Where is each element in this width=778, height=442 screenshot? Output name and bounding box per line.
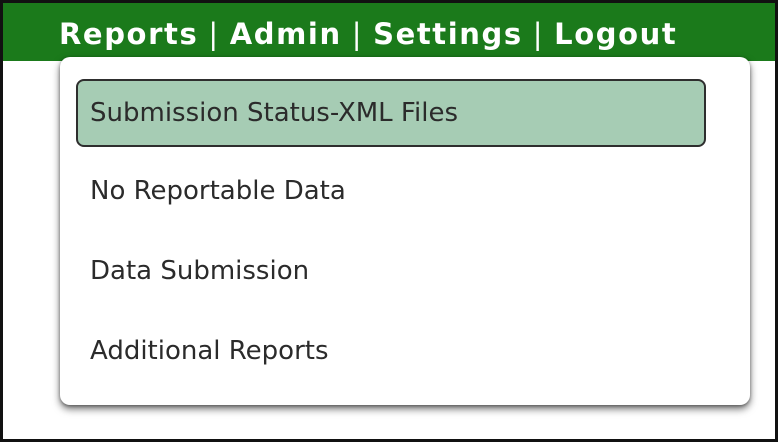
- nav-link-reports[interactable]: Reports: [59, 17, 198, 51]
- reports-dropdown-menu: Submission Status-XML Files No Reportabl…: [60, 57, 750, 405]
- menu-item-label: Submission Status-XML Files: [90, 98, 458, 128]
- nav-separator: |: [351, 17, 364, 51]
- menu-item-no-reportable-data[interactable]: No Reportable Data: [76, 157, 706, 225]
- nav-link-logout[interactable]: Logout: [554, 17, 677, 51]
- nav-separator: |: [208, 17, 220, 51]
- nav-separator: |: [532, 17, 545, 51]
- app-frame: Reports | Admin | Settings | Logout Subm…: [0, 0, 778, 442]
- menu-item-label: Data Submission: [90, 256, 310, 286]
- nav-links: Reports | Admin | Settings | Logout: [59, 17, 677, 51]
- nav-link-admin[interactable]: Admin: [230, 17, 342, 51]
- menu-item-data-submission[interactable]: Data Submission: [76, 237, 706, 305]
- menu-item-submission-status-xml-files[interactable]: Submission Status-XML Files: [76, 79, 706, 147]
- menu-item-label: No Reportable Data: [90, 176, 346, 206]
- top-navbar: Reports | Admin | Settings | Logout: [3, 3, 775, 61]
- nav-link-settings[interactable]: Settings: [373, 17, 523, 51]
- menu-item-additional-reports[interactable]: Additional Reports: [76, 317, 706, 385]
- menu-item-label: Additional Reports: [90, 336, 329, 366]
